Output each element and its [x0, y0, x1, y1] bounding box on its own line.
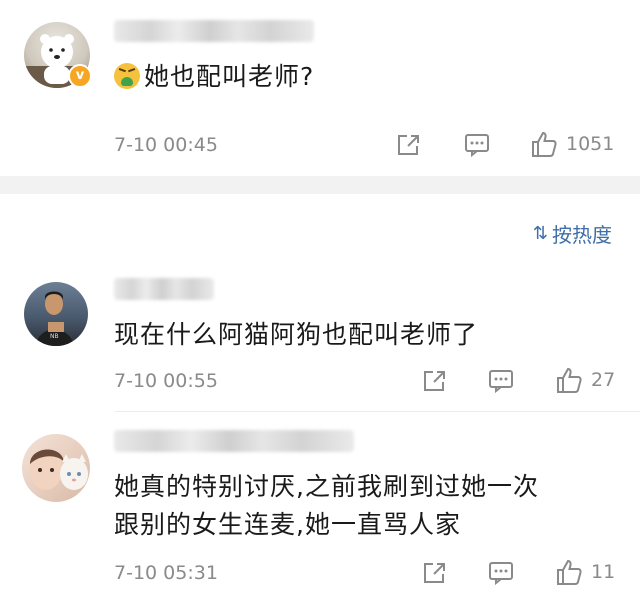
- nauseated-face-emoji-icon: [114, 63, 140, 89]
- svg-text:NB: NB: [50, 333, 59, 340]
- like-button[interactable]: 1051: [530, 130, 614, 158]
- verified-badge-icon: v: [68, 64, 92, 88]
- share-button[interactable]: [396, 133, 422, 157]
- comment-text: 现在什么阿猫阿狗也配叫老师了: [114, 320, 479, 349]
- username-redacted[interactable]: [114, 278, 214, 300]
- like-count: 11: [591, 561, 616, 583]
- share-button[interactable]: [422, 561, 448, 585]
- like-count: 27: [591, 369, 616, 391]
- share-button[interactable]: [422, 369, 448, 393]
- reply-comment: NB 现在什么阿猫阿狗也配叫老师了 7-10 00:55 27: [0, 262, 640, 412]
- comment-text-content: 她也配叫老师?: [144, 62, 315, 91]
- like-button[interactable]: 27: [555, 366, 615, 394]
- share-icon: [424, 563, 445, 583]
- basketball-player-avatar-icon[interactable]: NB: [24, 282, 88, 346]
- sort-icon: ⇅: [532, 223, 548, 244]
- reply-button[interactable]: [464, 133, 490, 157]
- comment-icon: [465, 134, 489, 157]
- reply-button[interactable]: [488, 561, 514, 585]
- comment-time: 7-10 00:55: [114, 370, 218, 392]
- like-button[interactable]: 11: [555, 558, 615, 586]
- comment-text-line-2: 跟别的女生连麦,她一直骂人家: [114, 510, 461, 539]
- comment-text: 她也配叫老师?: [114, 58, 314, 96]
- like-count: 1051: [566, 133, 615, 155]
- comment-icon: [489, 562, 513, 585]
- share-icon: [398, 135, 419, 155]
- top-comment: v 她也配叫老师? 7-10 00:45 1051: [0, 0, 640, 176]
- thumbs-up-icon: [557, 559, 582, 585]
- comment-time: 7-10 00:45: [114, 134, 218, 156]
- comment-time: 7-10 05:31: [114, 562, 218, 584]
- thumbs-up-icon: [557, 367, 582, 393]
- comment-text-line-1: 她真的特别讨厌,之前我刷到过她一次: [114, 472, 539, 501]
- thumbs-up-icon: [532, 131, 557, 157]
- share-icon: [424, 371, 445, 391]
- username-redacted[interactable]: [114, 430, 354, 452]
- sort-by-hot-button[interactable]: ⇅ 按热度: [533, 219, 612, 248]
- username-redacted[interactable]: [114, 20, 314, 42]
- reply-button[interactable]: [488, 369, 514, 393]
- section-divider: [0, 176, 640, 194]
- comment-icon: [489, 370, 513, 393]
- reply-comment: 她真的特别讨厌,之前我刷到过她一次 跟别的女生连麦,她一直骂人家 7-10 05…: [0, 412, 640, 604]
- sort-label: 按热度: [552, 223, 612, 247]
- person-with-cat-avatar-icon[interactable]: [22, 434, 90, 502]
